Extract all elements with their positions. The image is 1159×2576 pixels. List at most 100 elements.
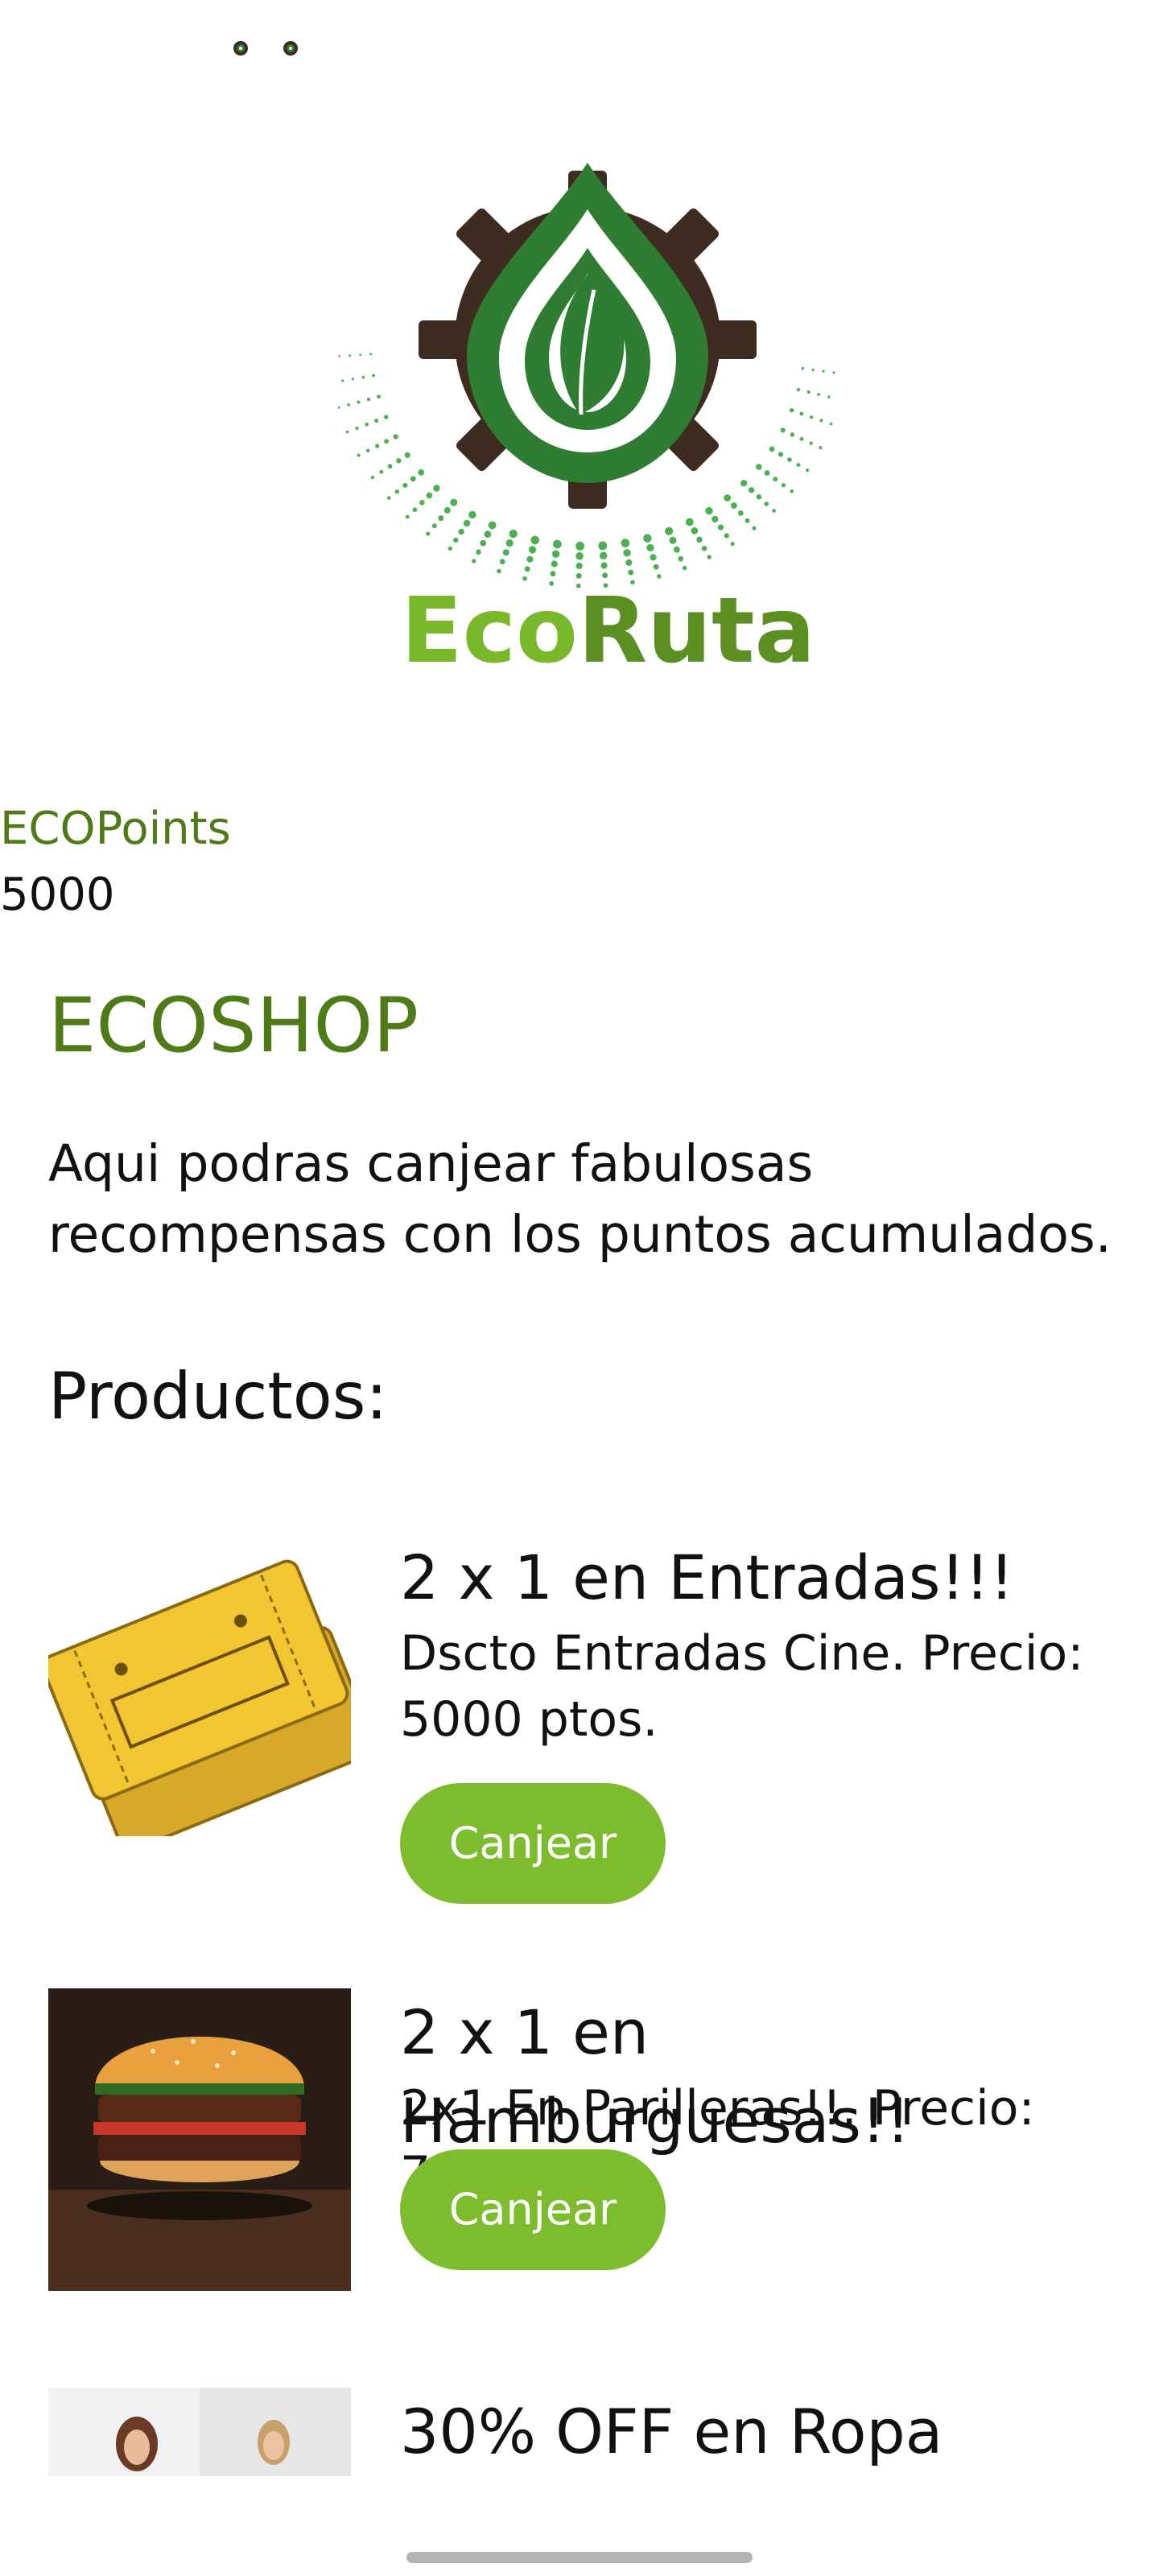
product-description: Dscto Entradas Cine. Precio: 5000 ptos. xyxy=(400,1625,1084,1748)
logo-dot xyxy=(375,444,380,448)
logo-dot xyxy=(426,492,433,499)
logo-dot xyxy=(443,506,451,514)
logo-dot xyxy=(806,469,810,473)
logo-dot xyxy=(756,494,762,500)
logo-dot xyxy=(790,432,795,437)
logo-dot xyxy=(458,528,464,535)
logo-dot xyxy=(740,480,748,487)
logo-dot xyxy=(361,375,365,379)
logo-dot xyxy=(575,541,584,551)
logo-dot xyxy=(365,448,370,453)
logo-dot xyxy=(404,452,410,458)
logo-dot xyxy=(370,475,375,480)
logo-dot xyxy=(707,555,711,559)
logo-dot xyxy=(764,470,770,476)
redeem-button[interactable]: Canjear xyxy=(400,1783,666,1904)
logo-dot xyxy=(819,446,823,450)
logo-dot xyxy=(769,446,775,452)
cinema-ticket-image xyxy=(48,1534,351,1836)
logo-dot xyxy=(724,494,732,502)
logo-dot xyxy=(502,549,509,556)
logo-dot xyxy=(377,394,381,399)
logo-dot xyxy=(600,562,608,569)
logo-dot xyxy=(811,368,815,372)
logo-dot xyxy=(369,353,373,356)
logo-dot xyxy=(819,419,823,423)
logo-dot xyxy=(796,463,801,468)
logo-dot xyxy=(796,387,801,392)
logo-dot xyxy=(384,439,389,444)
product-title: 2 x 1 en Entradas!!! xyxy=(400,1542,1014,1613)
logo-dot xyxy=(412,507,418,513)
logo-dot xyxy=(509,529,518,539)
logo-dot xyxy=(499,559,505,565)
logo-dot xyxy=(372,374,376,378)
logo-dot xyxy=(551,550,560,558)
logo-dot xyxy=(394,489,399,494)
logo-dot xyxy=(347,403,350,407)
home-indicator[interactable] xyxy=(406,2552,753,2563)
logo-dot xyxy=(418,469,425,476)
logo-dot xyxy=(673,546,680,553)
logo-dot xyxy=(737,510,744,516)
logo-dot xyxy=(374,419,379,423)
logo-dot xyxy=(790,489,794,493)
logo-dot xyxy=(701,545,707,551)
logo-dot xyxy=(480,539,487,547)
logo-dot xyxy=(621,539,630,547)
logo-dot xyxy=(379,469,384,474)
products-heading: Productos: xyxy=(48,1359,388,1434)
logo-dot xyxy=(472,559,476,564)
logo-dot xyxy=(450,498,458,506)
logo-dot xyxy=(575,562,583,570)
logo-dot xyxy=(599,551,608,559)
logo-dot xyxy=(682,565,687,571)
logo-dot xyxy=(484,530,492,539)
logo-dot xyxy=(669,536,677,544)
logo-dot xyxy=(781,483,786,488)
logo-dot xyxy=(396,458,402,464)
logo-dot xyxy=(799,436,804,441)
status-bar xyxy=(231,39,300,58)
logo-dot xyxy=(463,519,471,527)
logo-dot xyxy=(787,457,792,462)
logo-dot xyxy=(402,482,408,488)
redeem-button[interactable]: Canjear xyxy=(400,2149,666,2270)
logo-dot xyxy=(357,453,361,457)
logo-dot xyxy=(357,400,361,404)
logo-dot xyxy=(678,555,684,562)
logo-dot xyxy=(526,555,534,563)
logo-dot xyxy=(387,496,391,500)
logo-dot xyxy=(650,554,657,561)
logo-dot xyxy=(773,477,778,482)
logo-dot xyxy=(764,502,769,506)
logo-dot xyxy=(829,422,833,426)
logo-dot xyxy=(806,390,810,394)
product-card-tickets: 2 x 1 en Entradas!!! Dscto Entradas Cine… xyxy=(48,1534,1111,1904)
ecoruta-logo: Eco Ruta xyxy=(328,153,846,684)
logo-dot xyxy=(476,549,481,555)
logo-dot xyxy=(550,571,556,577)
logo-dot xyxy=(665,526,674,535)
logo-dot xyxy=(431,523,437,529)
logo-dot xyxy=(528,546,537,554)
logo-dot xyxy=(777,452,784,457)
logo-dot xyxy=(488,521,497,530)
logo-dot xyxy=(338,355,341,357)
logo-dot xyxy=(575,551,584,560)
logo-dot xyxy=(598,541,608,551)
gear-leaf-icon xyxy=(283,41,298,56)
product-card-burgers: 2 x 1 en Hamburguesas!! 2x1 En Parillera… xyxy=(48,1988,1111,2302)
logo-dot xyxy=(730,502,737,509)
logo-dot xyxy=(790,408,794,413)
logo-dot xyxy=(551,560,558,568)
logo-dot xyxy=(817,393,821,396)
logo-dot xyxy=(772,509,776,513)
logo-dot xyxy=(822,369,825,373)
logo-dot xyxy=(827,395,831,398)
ecopoints-value: 5000 xyxy=(0,869,115,921)
logo-dot xyxy=(748,487,755,493)
logo-text-eco: Eco xyxy=(401,579,578,683)
logo-dot xyxy=(780,427,786,433)
logo-dot xyxy=(497,568,501,574)
